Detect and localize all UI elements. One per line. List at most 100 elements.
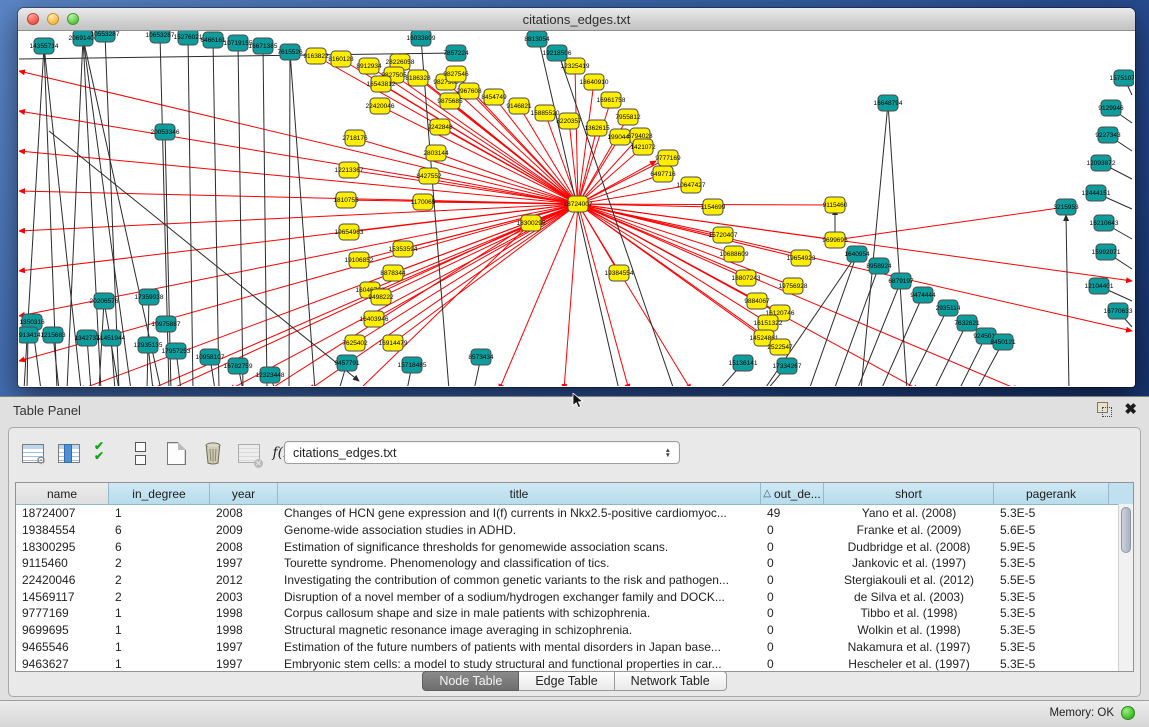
cell-pagerank[interactable]: 5.3E-5: [994, 606, 1109, 620]
graph-node[interactable]: 1640954: [844, 246, 870, 262]
graph-edge[interactable]: [188, 37, 193, 386]
cell-title[interactable]: Tourette syndrome. Phenomenology and cla…: [278, 556, 761, 570]
graph-edge[interactable]: [19, 204, 578, 231]
graph-node[interactable]: 20053346: [151, 124, 180, 140]
cell-title[interactable]: Structural magnetic resonance image aver…: [278, 623, 761, 637]
tab-node-table[interactable]: Node Table: [422, 671, 519, 691]
column-header-short[interactable]: short: [824, 483, 994, 504]
window-titlebar[interactable]: citations_edges.txt: [18, 8, 1135, 31]
graph-node[interactable]: 12444151: [1082, 185, 1111, 201]
cell-short[interactable]: Nakamura et al. (1997): [824, 640, 994, 654]
column-header-title[interactable]: title: [278, 483, 761, 504]
cell-short[interactable]: Yano et al. (2008): [824, 506, 994, 520]
graph-node[interactable]: 9115460: [823, 197, 848, 213]
table-row[interactable]: 977716911998Corpus callosum shape and si…: [16, 605, 1133, 622]
graph-edge[interactable]: [809, 254, 857, 386]
graph-node[interactable]: 1215683: [40, 327, 66, 343]
graph-node[interactable]: 2935114: [936, 300, 961, 316]
graph-node[interactable]: 15718485: [398, 357, 427, 373]
graph-edge[interactable]: [934, 323, 967, 386]
cell-pagerank[interactable]: 5.3E-5: [994, 590, 1109, 604]
table-row[interactable]: 911546021997Tourette syndrome. Phenomeno…: [16, 555, 1133, 572]
column-header-out_degree[interactable]: △out_de...: [761, 483, 824, 504]
graph-node[interactable]: 14355714: [30, 38, 59, 54]
cell-out_degree[interactable]: 0: [761, 657, 824, 671]
graph-node[interactable]: 16648794: [874, 95, 903, 111]
graph-node[interactable]: 16782759: [224, 358, 253, 374]
tab-network-table[interactable]: Network Table: [615, 671, 727, 691]
graph-node[interactable]: 9163822: [303, 48, 329, 64]
graph-node[interactable]: 8454749: [481, 89, 507, 105]
table-row[interactable]: 969969511998Structural magnetic resonanc…: [16, 622, 1133, 639]
graph-edge[interactable]: [19, 151, 578, 204]
cell-year[interactable]: 1998: [210, 623, 278, 637]
graph-edge[interactable]: [1066, 215, 1069, 386]
graph-edge[interactable]: [578, 204, 768, 323]
graph-node[interactable]: 10688609: [720, 246, 749, 262]
graph-edge[interactable]: [578, 204, 691, 386]
cell-out_degree[interactable]: 0: [761, 606, 824, 620]
tab-edge-table[interactable]: Edge Table: [519, 671, 614, 691]
graph-node[interactable]: 19654923: [787, 250, 816, 266]
cell-in_degree[interactable]: 2: [109, 573, 210, 587]
column-header-pagerank[interactable]: pagerank: [994, 483, 1109, 504]
cell-in_degree[interactable]: 1: [109, 640, 210, 654]
graph-node[interactable]: 12213367: [335, 162, 364, 178]
cell-name[interactable]: 9699695: [16, 623, 109, 637]
graph-node[interactable]: 8450121: [990, 334, 1016, 350]
cell-pagerank[interactable]: 5.3E-5: [994, 506, 1109, 520]
cell-pagerank[interactable]: 5.3E-5: [994, 623, 1109, 637]
graph-edge[interactable]: [857, 281, 901, 386]
scrollbar-thumb[interactable]: [1121, 507, 1131, 553]
graph-node[interactable]: 1810755: [333, 192, 359, 208]
cell-title[interactable]: Estimation of the future numbers of pati…: [278, 640, 761, 654]
table-row[interactable]: 946554611997Estimation of the future num…: [16, 639, 1133, 656]
table-selector-dropdown[interactable]: citations_edges.txt ▲▼: [284, 441, 680, 464]
cell-short[interactable]: Stergiakouli et al. (2012): [824, 573, 994, 587]
graph-node[interactable]: 19756928: [779, 278, 808, 294]
graph-edge[interactable]: [578, 174, 663, 204]
graph-edge[interactable]: [19, 191, 578, 204]
float-panel-icon[interactable]: [1097, 402, 1112, 417]
graph-node[interactable]: 16914479: [379, 335, 408, 351]
graph-node[interactable]: 12323448: [256, 367, 285, 383]
table-row[interactable]: 1456911722003Disruption of a novel membe…: [16, 588, 1133, 605]
cell-short[interactable]: Wolkin et al. (1998): [824, 623, 994, 637]
graph-node[interactable]: 8878344: [380, 265, 406, 281]
graph-node[interactable]: 7955812: [615, 109, 641, 125]
graph-node[interactable]: 3913414: [19, 327, 41, 343]
cell-pagerank[interactable]: 5.5E-5: [994, 573, 1109, 587]
cell-in_degree[interactable]: 1: [109, 506, 210, 520]
cell-title[interactable]: Investigating the contribution of common…: [278, 573, 761, 587]
cell-out_degree[interactable]: 0: [761, 573, 824, 587]
cell-year[interactable]: 2012: [210, 573, 278, 587]
graph-edge[interactable]: [835, 207, 1066, 240]
cell-year[interactable]: 1998: [210, 606, 278, 620]
cell-name[interactable]: 19384554: [16, 523, 109, 537]
close-panel-icon[interactable]: ✖: [1124, 402, 1137, 417]
column-header-name[interactable]: name: [16, 483, 109, 504]
graph-node[interactable]: 17359938: [135, 289, 164, 305]
graph-node[interactable]: 16033809: [407, 31, 436, 46]
cell-out_degree[interactable]: 0: [761, 640, 824, 654]
cell-in_degree[interactable]: 6: [109, 523, 210, 537]
network-graph-area[interactable]: 1872400718300295916382281601288912934282…: [19, 31, 1134, 386]
graph-node[interactable]: 15751074: [1110, 70, 1134, 86]
graph-node[interactable]: 9875685: [437, 93, 463, 109]
cell-year[interactable]: 1997: [210, 657, 278, 671]
cell-out_degree[interactable]: 49: [761, 506, 824, 520]
graph-node[interactable]: 6879197: [888, 273, 914, 289]
cell-in_degree[interactable]: 2: [109, 556, 210, 570]
cell-name[interactable]: 22420046: [16, 573, 109, 587]
cell-pagerank[interactable]: 5.9E-5: [994, 540, 1109, 554]
graph-node[interactable]: 9227343: [1095, 127, 1121, 143]
graph-node[interactable]: 1362615: [584, 120, 610, 136]
graph-node[interactable]: 15136141: [729, 355, 758, 371]
graph-node[interactable]: 15353594: [389, 241, 418, 257]
column-chooser-icon[interactable]: [55, 440, 82, 466]
graph-node[interactable]: 18640910: [580, 74, 609, 90]
graph-node[interactable]: 9827546: [443, 66, 469, 82]
graph-edge[interactable]: [834, 266, 879, 386]
cell-pagerank[interactable]: 5.6E-5: [994, 523, 1109, 537]
graph-node[interactable]: 6497716: [650, 166, 676, 182]
